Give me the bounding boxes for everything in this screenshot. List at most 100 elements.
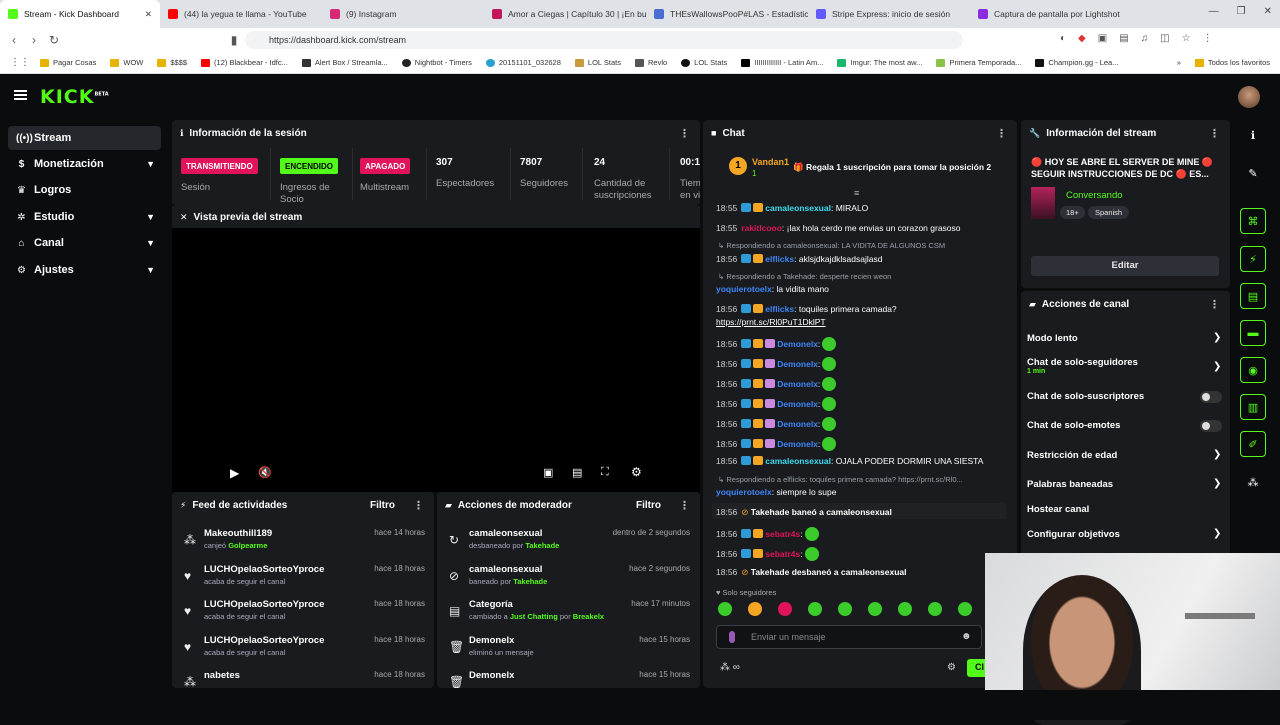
chat-message[interactable]: 18:56 sebatr4s: [716,527,819,541]
chat-username[interactable]: Demonelx [777,439,818,449]
edit-button[interactable]: Editar [1031,256,1219,276]
extension-icon[interactable]: ◐ [1060,33,1066,44]
all-bookmarks[interactable]: » Todos los favoritos [1177,58,1270,67]
sidebar-item-logros[interactable]: ♛ Logros [8,178,161,202]
clip-icon[interactable]: ⌘ [1240,208,1266,234]
chat-username[interactable]: Demonelx [777,399,818,409]
send-button[interactable]: Cl [967,659,987,677]
document-icon[interactable]: ▤ [1240,283,1266,309]
extension-icon[interactable]: ▤ [1119,33,1128,44]
close-tab-icon[interactable]: ✕ [139,9,152,20]
url-field[interactable]: https://dashboard.kick.com/stream [245,31,963,49]
highlight-name[interactable]: Golpearme [228,541,267,550]
chat-message[interactable]: yoquierotoelx: la vidita mano [716,284,829,294]
slow-mode-item[interactable]: Modo lento [1027,333,1078,344]
mic-icon[interactable] [729,631,735,643]
emote-icon[interactable] [928,602,942,616]
info-icon[interactable]: ℹ [1240,122,1266,148]
chat-message[interactable]: 18:56 elflicks: aklsjdkajdklsadsajlasd [716,254,882,264]
more-options-icon[interactable]: ⋮ [413,499,424,512]
sidebar-item-monetizacion[interactable]: $ Monetización ▼ [8,152,161,176]
sidebar-item-stream[interactable]: ((•)) Stream [8,126,161,150]
bookmark-icon[interactable]: ▮ [224,33,244,47]
chat-message[interactable]: 18:56 Demonelx: [716,337,837,351]
more-options-icon[interactable]: ⋮ [996,127,1007,140]
user-name[interactable]: Demonelx [469,670,514,681]
chat-message[interactable]: yoquierotoelx: siempre lo supe [716,487,836,497]
chat-message[interactable]: 18:55 rakitlcooo: ¡lax hola cerdo me envi… [716,223,961,233]
chat-username[interactable]: elflicks [765,254,794,264]
chat-message[interactable]: 18:56 Demonelx: [716,377,837,391]
bookmark[interactable]: Alert Box / Streamla... [301,58,388,67]
emote-icon[interactable] [748,602,762,616]
gear-icon[interactable]: ⚙ [631,465,642,479]
user-name[interactable]: camaleonsexual [469,564,542,575]
sidebar-item-canal[interactable]: ⌂ Canal ▼ [8,231,161,255]
configure-goals-item[interactable]: Configurar objetivos [1027,529,1120,540]
chat-username[interactable]: camaleonsexual [765,456,831,466]
chat-link[interactable]: https://prnt.sc/Rl0PuT1DklPT [716,317,826,327]
more-options-icon[interactable]: ⋮ [679,127,690,140]
chat-username[interactable]: rakitlcooo [741,223,782,233]
highlight-name[interactable]: Just Chatting [510,612,558,621]
chat-message[interactable]: 18:56 Demonelx: [716,357,837,371]
reload-icon[interactable]: ↻ [44,33,64,47]
bookmark[interactable]: Pagar Cosas [40,58,96,67]
gift-sub-prompt[interactable]: 🎁 Regala 1 suscripción para tomar la pos… [793,162,991,173]
collapse-icon[interactable]: ≡ [854,188,859,198]
emote-icon[interactable] [718,602,732,616]
user-name[interactable]: LUCHOpelaoSorteoYproce [204,635,324,646]
chat-username[interactable]: Demonelx [777,359,818,369]
bookmark[interactable]: Primera Temporada... [936,58,1021,67]
tab-estadisticas[interactable]: THEsWallowsPooP#LAS - Estadística... [646,0,808,28]
banned-words-item[interactable]: Palabras baneadas [1027,479,1113,490]
user-name[interactable]: nabetes [204,670,240,681]
extension-icon[interactable]: ☆ [1182,33,1191,44]
share-icon[interactable]: ⁂ [1240,469,1266,495]
sidebar-item-estudio[interactable]: ✲ Estudio ▼ [8,205,161,229]
gear-icon[interactable]: ⚙ [947,662,956,673]
chat-message[interactable]: 18:56 Demonelx: [716,437,837,451]
bookmark[interactable]: $$$$ [157,58,187,67]
chat-username[interactable]: camaleonsexual [765,203,831,213]
bookmark[interactable]: Revlo [634,58,667,67]
chat-input[interactable]: Enviar un mensaje ☻ [716,625,982,649]
emotes-only-toggle[interactable] [1200,420,1222,432]
emote-icon[interactable] [868,602,882,616]
sidebar-item-ajustes[interactable]: ⚙ Ajustes ▼ [8,258,161,282]
user-name[interactable]: camaleonsexual [469,528,542,539]
apps-icon[interactable]: ⋮⋮ [0,57,40,68]
tab-kick-dashboard[interactable]: Stream - Kick Dashboard ✕ [0,0,160,28]
layout-icon[interactable]: ▥ [1240,394,1266,420]
tab-lightshot[interactable]: Captura de pantalla por Lightshot [970,0,1130,28]
extension-icon[interactable]: ◆ [1078,33,1086,44]
chat-username[interactable]: sebatr4s [765,549,800,559]
chat-message[interactable]: 18:56 elflicks: toquiles primera camada? [716,304,897,314]
chat-message[interactable]: 18:56 camaleonsexual: OJALA PODER DORMIR … [716,456,983,466]
chevron-right-icon[interactable]: ❯ [1213,478,1221,489]
back-icon[interactable]: ‹ [4,33,24,47]
filter-button[interactable]: Filtro [370,500,395,511]
chevron-right-icon[interactable]: ❯ [1213,528,1221,539]
bookmark[interactable]: IIIIIIIIIIIII - Latin Am... [741,58,823,67]
category-label[interactable]: Categoría [469,599,513,610]
highlight-name[interactable]: Takehade [525,541,559,550]
user-name[interactable]: LUCHOpelaoSorteoYproce [204,599,324,610]
edit-icon[interactable]: ✎ [1240,160,1266,186]
tab-instagram[interactable]: (9) Instagram [322,0,484,28]
emote-icon[interactable] [898,602,912,616]
chat-username[interactable]: sebatr4s [765,529,800,539]
emote-icon[interactable] [958,602,972,616]
forward-icon[interactable]: › [24,33,44,47]
more-options-icon[interactable]: ⋮ [1209,298,1220,311]
bookmark[interactable]: Champion.gg - Lea... [1035,58,1118,67]
chevron-right-icon[interactable]: ❯ [1213,332,1221,343]
chat-username[interactable]: yoquierotoelx [716,284,772,294]
stream-preview[interactable]: ✕ Vista previa del stream ▶ 🔇 ▣ ▤ ⛶ ⚙ [172,206,700,492]
chat-message[interactable]: 18:56 sebatr4s: [716,547,819,561]
followers-only-chat-item[interactable]: Chat de solo-seguidores [1027,357,1138,368]
emote-icon[interactable] [778,602,792,616]
lightning-icon[interactable]: ⚡ [1240,246,1266,272]
subs-only-toggle[interactable] [1200,391,1222,403]
pinned-user[interactable]: Vandan1 [752,157,789,167]
